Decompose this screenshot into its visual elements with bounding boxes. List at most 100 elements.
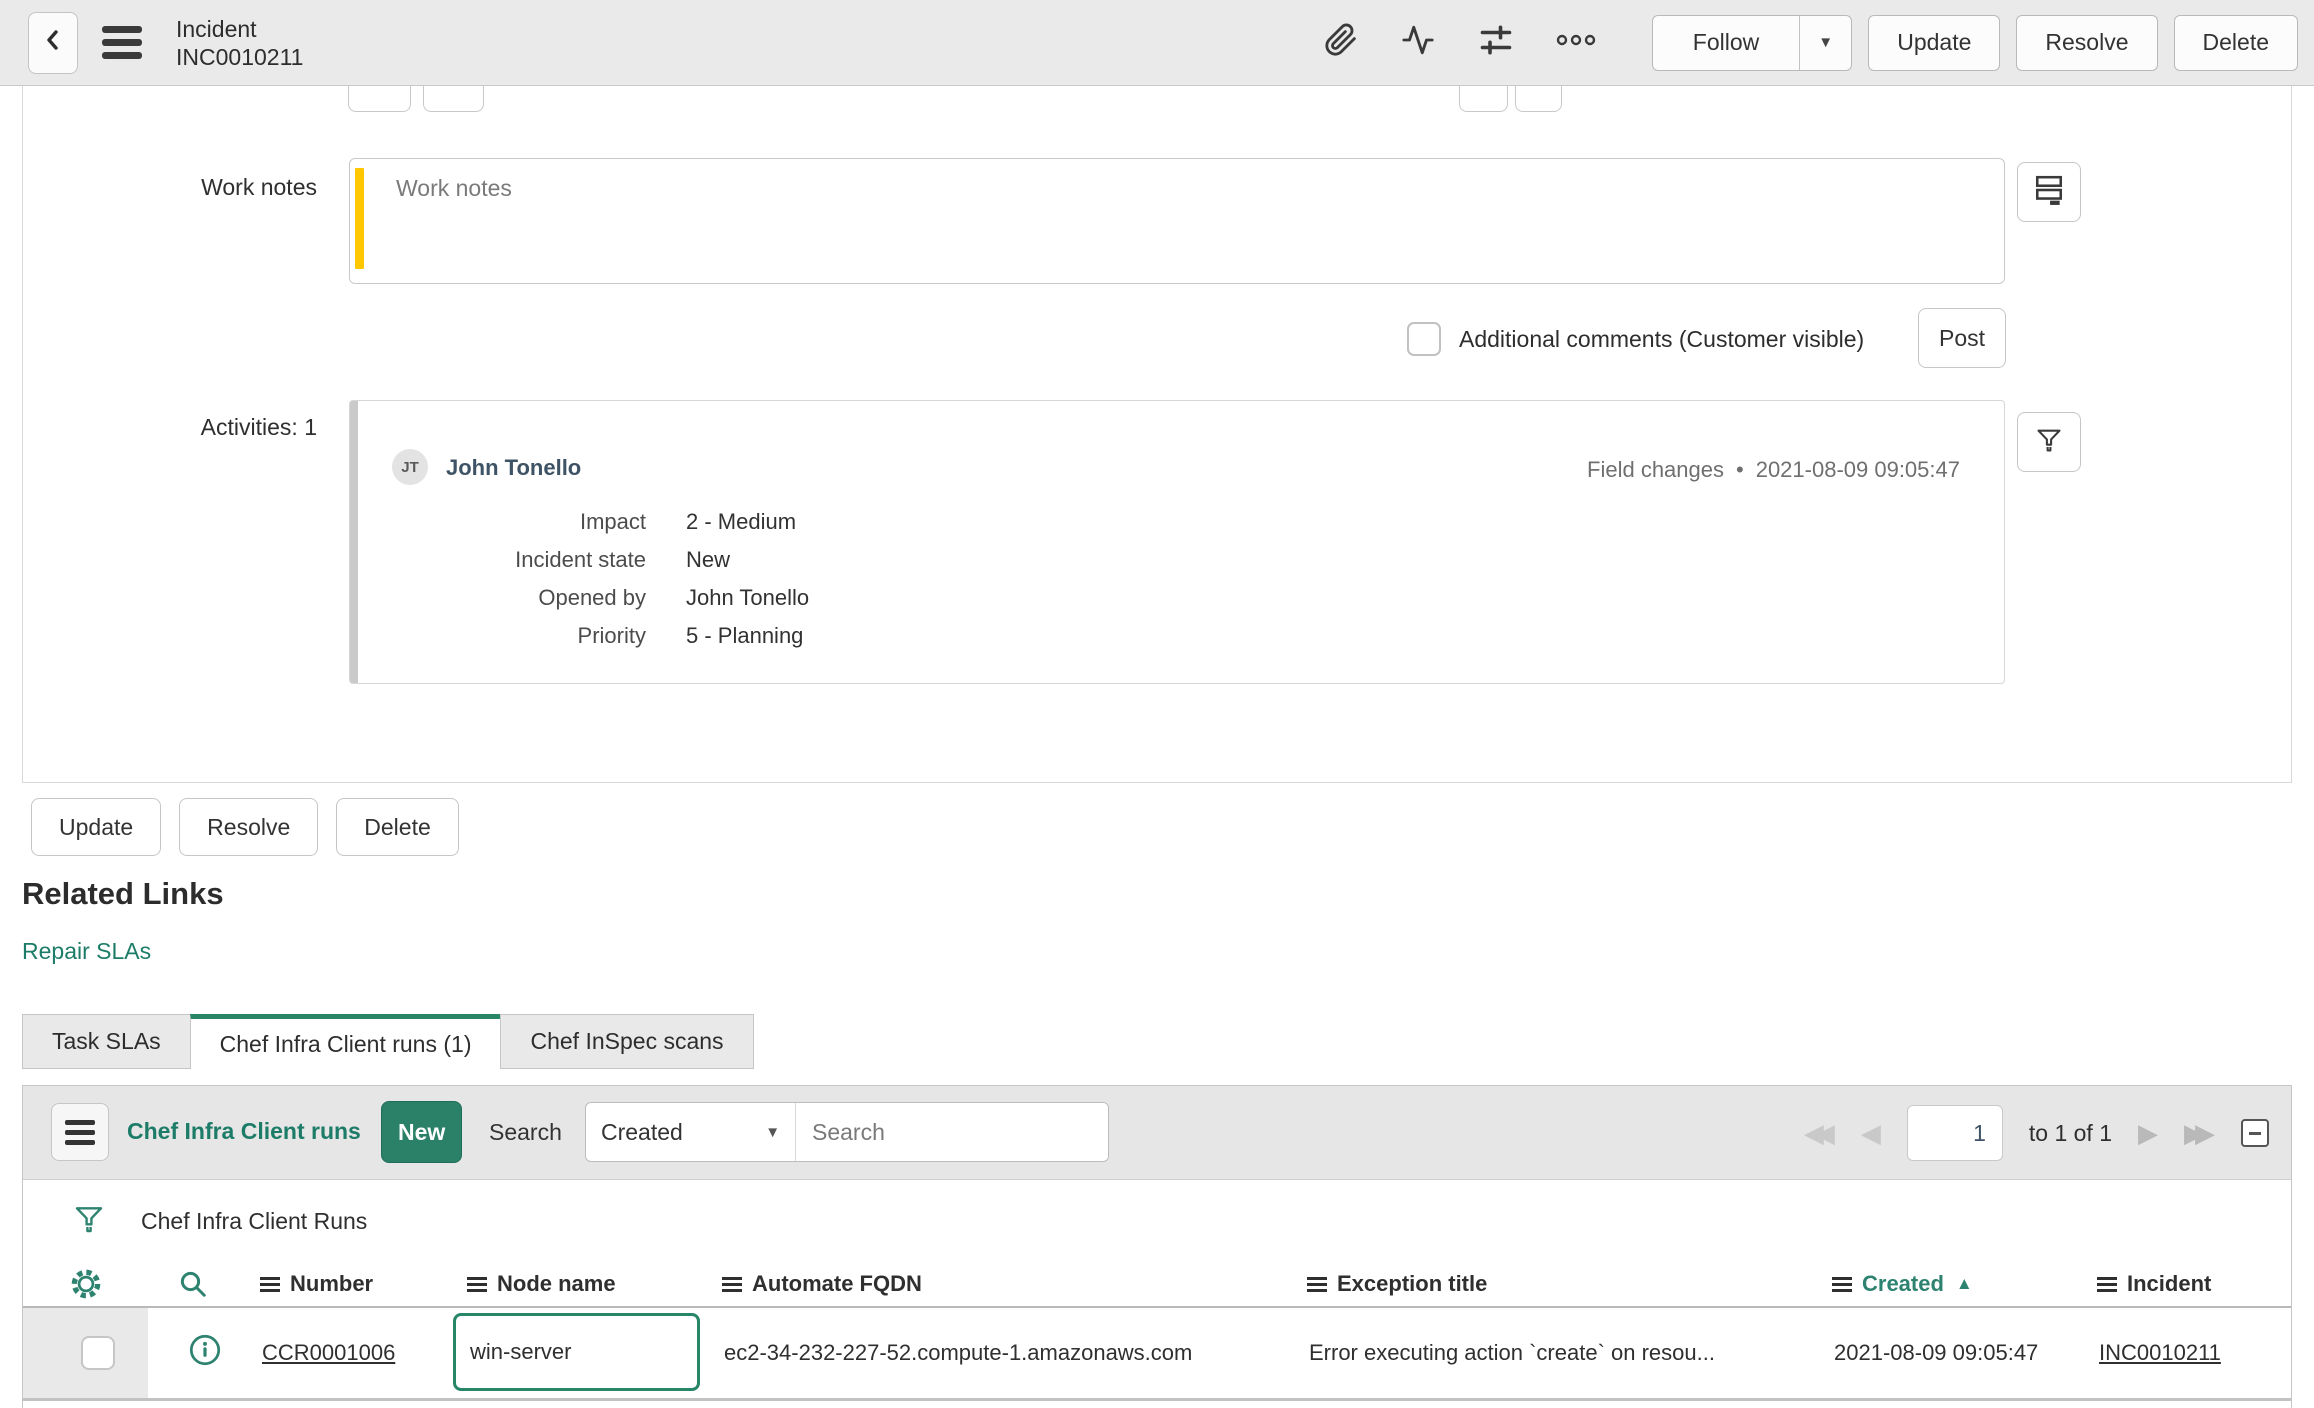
- record-type: Incident: [176, 15, 257, 42]
- update-button[interactable]: Update: [31, 798, 162, 856]
- row-checkbox[interactable]: [80, 1336, 115, 1370]
- activity-event-type: Field changes: [1587, 457, 1724, 482]
- focused-cell[interactable]: win-server: [453, 1313, 700, 1391]
- field-label: Opened by: [538, 585, 646, 610]
- funnel-icon: [2035, 426, 2063, 459]
- avatar: JT: [392, 449, 428, 485]
- info-icon[interactable]: [189, 1334, 221, 1372]
- field-label: Impact: [579, 509, 646, 534]
- follow-dropdown-button[interactable]: ▼: [1799, 15, 1851, 70]
- personalize-list-gear-icon[interactable]: [23, 1267, 148, 1301]
- column-header-number[interactable]: Number: [238, 1271, 445, 1297]
- column-menu-icon: [2097, 1276, 2117, 1292]
- resolve-button[interactable]: Resolve: [179, 798, 319, 856]
- record-link[interactable]: CCR0001006: [262, 1340, 395, 1365]
- list-menu-button[interactable]: [51, 1103, 109, 1161]
- activity-stream-icon[interactable]: [1400, 23, 1436, 62]
- column-label: Exception title: [1337, 1271, 1488, 1296]
- additional-comments-checkbox[interactable]: [1407, 322, 1441, 356]
- last-page-icon[interactable]: ▶▶: [2184, 1120, 2215, 1146]
- cell-automate-fqdn[interactable]: ec2-34-232-227-52.compute-1.amazonaws.co…: [700, 1340, 1285, 1366]
- column-label: Incident: [2127, 1271, 2212, 1296]
- column-menu-icon: [260, 1276, 280, 1292]
- search-input[interactable]: [796, 1103, 1108, 1161]
- activity-field-changes: Impact 2 - Medium Incident state New Ope…: [412, 509, 809, 648]
- back-button[interactable]: [28, 11, 78, 74]
- field-label: Incident state: [515, 547, 646, 572]
- next-page-icon[interactable]: ▶: [2138, 1120, 2158, 1146]
- column-header-incident[interactable]: Incident: [2075, 1271, 2291, 1297]
- clipped-button[interactable]: [348, 86, 411, 112]
- first-page-icon[interactable]: ◀◀: [1804, 1120, 1835, 1146]
- chef-infra-client-runs-list: Chef Infra Client runs New Search Create…: [22, 1085, 2292, 1408]
- activity-card-accent: [350, 401, 358, 683]
- tab-chef-inspec-scans[interactable]: Chef InSpec scans: [500, 1014, 754, 1069]
- field-value: New: [686, 547, 731, 572]
- field-value: John Tonello: [686, 585, 810, 610]
- new-button[interactable]: New: [381, 1101, 463, 1163]
- clipped-button[interactable]: [1515, 86, 1562, 112]
- toggle-activity-list-button[interactable]: [2017, 162, 2081, 222]
- tab-task-slas[interactable]: Task SLAs: [22, 1014, 191, 1069]
- clipped-button[interactable]: [1459, 86, 1508, 112]
- delete-button-header[interactable]: Delete: [2173, 14, 2298, 71]
- column-header-exception-title[interactable]: Exception title: [1285, 1271, 1810, 1297]
- column-label: Number: [290, 1271, 374, 1296]
- page-number-input[interactable]: [1906, 1105, 2003, 1161]
- column-header-node-name[interactable]: Node name: [445, 1271, 700, 1297]
- column-label: Created: [1862, 1271, 1944, 1296]
- incident-link[interactable]: INC0010211: [2099, 1340, 2221, 1365]
- node-name-value: win-server: [470, 1339, 572, 1364]
- bullet-separator: •: [1736, 457, 1744, 482]
- list-filter-row: Chef Infra Client Runs: [23, 1180, 2291, 1262]
- resolve-button-header[interactable]: Resolve: [2016, 14, 2158, 71]
- tab-chef-infra-client-runs[interactable]: Chef Infra Client runs (1): [189, 1014, 502, 1069]
- filter-funnel-icon[interactable]: [73, 1203, 105, 1240]
- attachment-icon[interactable]: [1324, 22, 1358, 63]
- search-column-icon[interactable]: [148, 1269, 238, 1299]
- personalize-form-icon[interactable]: [1478, 22, 1514, 63]
- clipped-button[interactable]: [423, 86, 484, 112]
- list-filter-title: Chef Infra Client Runs: [141, 1207, 368, 1234]
- additional-comments-label: Additional comments (Customer visible): [1459, 326, 1865, 352]
- activity-meta: Field changes • 2021-08-09 09:05:47: [1587, 457, 1960, 483]
- follow-button[interactable]: Follow: [1653, 16, 1799, 70]
- column-label: Node name: [497, 1271, 616, 1296]
- context-menu-icon[interactable]: [102, 26, 142, 59]
- page-title: Incident INC0010211: [176, 15, 303, 71]
- previous-page-icon[interactable]: ◀: [1861, 1120, 1881, 1146]
- column-header-automate-fqdn[interactable]: Automate FQDN: [700, 1271, 1285, 1297]
- field-label: Priority: [577, 623, 646, 648]
- cell-created[interactable]: 2021-08-09 09:05:47: [1810, 1340, 2075, 1366]
- column-header-created[interactable]: Created ▲: [1810, 1271, 2075, 1297]
- update-button-header[interactable]: Update: [1868, 14, 2001, 71]
- activity-timestamp: 2021-08-09 09:05:47: [1755, 457, 1960, 482]
- collapse-list-icon[interactable]: [2241, 1119, 2269, 1147]
- incident-page: Incident INC0010211 Follow ▼ Update Reso…: [0, 0, 2314, 1408]
- cell-incident: INC0010211: [2075, 1340, 2291, 1366]
- column-menu-icon: [1832, 1276, 1852, 1292]
- delete-button[interactable]: Delete: [336, 798, 459, 856]
- column-menu-icon: [467, 1276, 487, 1292]
- list-title-link[interactable]: Chef Infra Client runs: [127, 1118, 361, 1145]
- post-button[interactable]: Post: [1918, 308, 2006, 368]
- activity-card: JT John Tonello Field changes • 2021-08-…: [349, 400, 2005, 684]
- related-list-tabs: Task SLAs Chef Infra Client runs (1) Che…: [22, 1014, 754, 1069]
- activity-filter-button[interactable]: [2017, 412, 2081, 472]
- field-value: 2 - Medium: [686, 509, 797, 534]
- cell-exception-title[interactable]: Error executing action `create` on resou…: [1285, 1340, 1810, 1366]
- form-footer-actions: Update Resolve Delete: [31, 798, 459, 856]
- column-menu-icon: [722, 1276, 742, 1292]
- chevron-down-icon: ▼: [1818, 34, 1834, 51]
- search-combo: Created ▼: [585, 1102, 1109, 1162]
- pagination-range: to 1 of 1: [2028, 1119, 2112, 1146]
- more-options-icon[interactable]: [1556, 31, 1596, 54]
- row-select-cell: [23, 1308, 148, 1398]
- follow-split-button: Follow ▼: [1651, 14, 1853, 71]
- pagination: ◀◀ ◀ to 1 of 1 ▶ ▶▶: [1804, 1086, 2269, 1180]
- cell-number: CCR0001006: [238, 1340, 445, 1366]
- repair-slas-link[interactable]: Repair SLAs: [22, 938, 151, 965]
- search-field-select[interactable]: Created ▼: [586, 1103, 795, 1161]
- work-notes-input[interactable]: [350, 159, 2004, 283]
- sort-ascending-icon: ▲: [1955, 1274, 1973, 1293]
